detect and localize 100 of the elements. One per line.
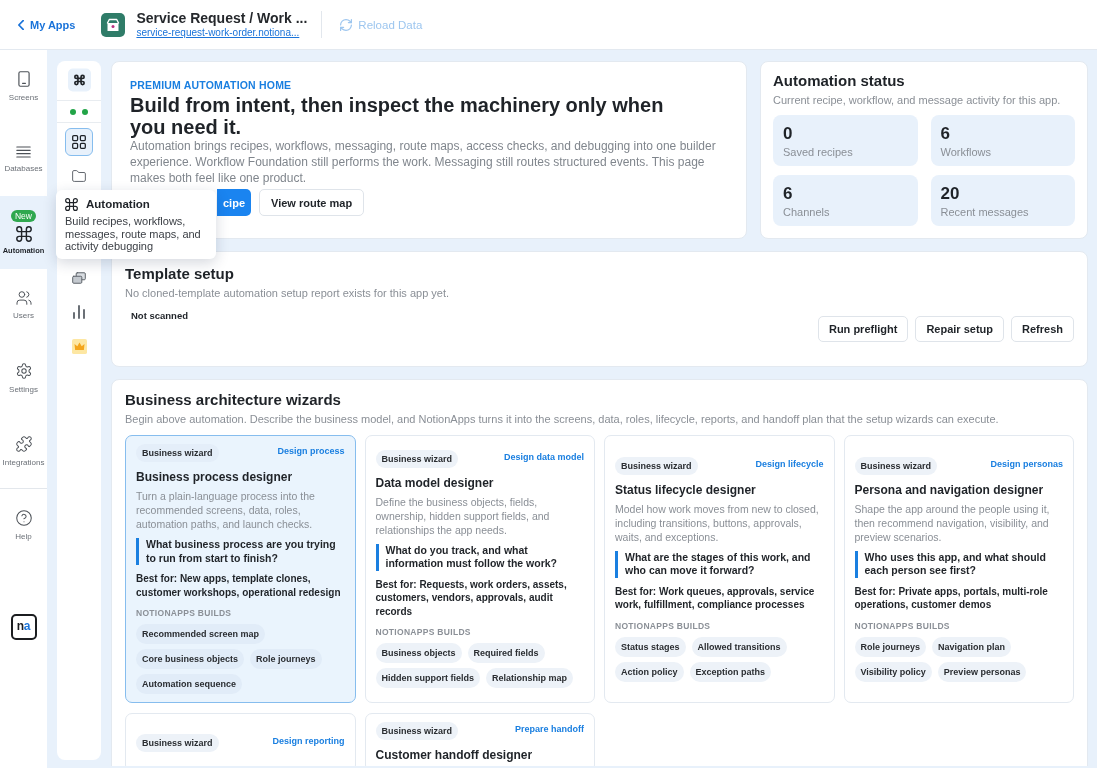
- sidebar-item[interactable]: Integrations: [0, 415, 47, 488]
- wizard-description: Define the business objects, fields, ownership, hidden support fields, and relationships the app needs.: [375, 494, 551, 537]
- wizard-best-for: Best for: New apps, template clones, customer workshops, operational redesign: [136, 572, 342, 599]
- stat-value: 0: [783, 124, 794, 144]
- new-badge: New: [11, 210, 36, 222]
- scan-status: Not scanned: [130, 309, 188, 322]
- build-tag: Business objects: [375, 643, 462, 664]
- app-title: Service Request / Work ...: [136, 10, 308, 27]
- wizards-title: Business architecture wizards: [125, 391, 342, 409]
- phone-icon: [17, 71, 30, 87]
- wizard-question: Who uses this app, and what should each person see first?: [854, 550, 1063, 578]
- build-tag: Automation sequence: [136, 674, 242, 694]
- stat-label: Recent messages: [940, 205, 1030, 219]
- command-icon: [67, 68, 91, 92]
- puzzle-icon: [15, 436, 32, 452]
- rail-button[interactable]: [65, 128, 93, 156]
- logo: na: [10, 614, 37, 640]
- wizard-title: Business process designer: [136, 470, 294, 485]
- wizard-card[interactable]: Business wizard Prepare handoff Customer handoff designer: [364, 713, 595, 766]
- wizard-action-link[interactable]: Design data model: [504, 449, 584, 464]
- action-button[interactable]: Refresh: [1011, 316, 1074, 342]
- stat-value: 20: [940, 184, 961, 204]
- build-tag: Navigation plan: [932, 636, 1012, 657]
- refresh-icon: [340, 18, 353, 31]
- back-link[interactable]: My Apps: [18, 18, 76, 31]
- build-tag: Relationship map: [486, 668, 574, 689]
- wizard-question: What business process are you trying to run from start to finish?: [136, 538, 345, 565]
- wizard-title: Customer handoff designer: [375, 748, 534, 763]
- wizard-card[interactable]: [125, 435, 356, 703]
- eyebrow-label: PREMIUM AUTOMATION HOME: [130, 78, 293, 92]
- stat-value: 6: [783, 184, 794, 204]
- users-icon: [15, 291, 32, 305]
- status-dots-icon: [70, 108, 88, 115]
- folder-icon: [72, 169, 86, 183]
- bar-chart-icon: [72, 305, 86, 319]
- build-tag: Role journeys: [854, 636, 926, 657]
- crown-icon: [71, 338, 87, 354]
- wizard-tag: Business wizard: [375, 449, 459, 468]
- sidebar-item[interactable]: Settings: [0, 342, 47, 415]
- stacked-cards-icon: [72, 271, 86, 285]
- wizard-question: What do you track, and what information must follow the work?: [375, 543, 584, 571]
- build-tag: Allowed transitions: [691, 636, 787, 657]
- wizard-best-for: Best for: Requests, work orders, assets, customers, vendors, approvals, audit records: [375, 577, 568, 619]
- command-icon: [65, 197, 78, 211]
- grid-icon: [72, 135, 86, 149]
- wizard-title: Data model designer: [375, 475, 495, 491]
- build-tag: Required fields: [467, 643, 545, 664]
- wizard-action-link[interactable]: Design personas: [990, 456, 1063, 471]
- stat-label: Workflows: [940, 145, 993, 159]
- wizard-title: Status lifecycle designer: [615, 482, 757, 498]
- hero-title: Build from intent, then inspect the machinery only when you need it.: [130, 94, 665, 138]
- app-url-link[interactable]: service-request-work-order.notiona...: [136, 27, 300, 39]
- sidebar-item[interactable]: Help: [0, 489, 47, 562]
- wizard-tag: Business wizard: [136, 444, 219, 462]
- tooltip-text: Build recipes, workflows, messages, route maps, and activity debugging: [65, 215, 202, 253]
- builds-label: NOTIONAPPS BUILDS: [615, 620, 712, 632]
- sidebar-item[interactable]: Screens: [0, 50, 47, 123]
- build-tag: Core business objects: [136, 649, 245, 669]
- builds-label: NOTIONAPPS BUILDS: [136, 608, 233, 619]
- build-tag: Hidden support fields: [375, 668, 480, 689]
- build-tag: Visibility policy: [854, 661, 932, 682]
- wizard-action-link[interactable]: Prepare handoff: [515, 722, 584, 736]
- wizards-subtitle: Begin above automation. Describe the business model, and NotionApps turns it into the screens, data, roles, lifecycle, reports, and handoff plan that the setup wizards can execute.: [125, 412, 1000, 426]
- sidebar-item[interactable]: Databases: [0, 123, 47, 196]
- stat-label: Saved recipes: [783, 145, 854, 159]
- status-title: Automation status: [773, 72, 906, 90]
- secondary-button[interactable]: View route map: [259, 189, 365, 216]
- wizard-description: Model how work moves from new to closed, including transitions, buttons, approvals, waits, and exceptions.: [615, 501, 820, 544]
- builds-label: NOTIONAPPS BUILDS: [854, 620, 951, 632]
- template-subtitle: No cloned-template automation setup report exists for this app yet.: [125, 286, 451, 300]
- sidebar-item[interactable]: Users: [0, 269, 47, 342]
- stat-label: Channels: [783, 205, 831, 219]
- tooltip-title: Automation: [86, 197, 150, 211]
- chevron-left-icon: [18, 19, 24, 30]
- wizard-description: Turn a plain-language process into the recommended screens, data, roles, automation paths, and launch checks.: [136, 489, 316, 531]
- command-icon: [15, 226, 32, 242]
- wizard-question: What are the stages of this work, and who can move it forward?: [615, 550, 824, 578]
- wizard-tag: Business wizard: [136, 733, 219, 752]
- builds-label: NOTIONAPPS BUILDS: [375, 627, 472, 639]
- action-button[interactable]: Run preflight: [817, 316, 909, 342]
- stat-value: 6: [940, 124, 951, 144]
- action-button[interactable]: Repair setup: [915, 316, 1005, 342]
- build-tag: Action policy: [615, 661, 684, 682]
- wizard-tag: Business wizard: [375, 722, 459, 740]
- wizard-action-link[interactable]: Design process: [277, 444, 345, 458]
- build-tag: Preview personas: [937, 661, 1027, 682]
- wizard-title: Persona and navigation designer: [854, 482, 1045, 498]
- build-tag: Recommended screen map: [136, 624, 266, 644]
- wizard-action-link[interactable]: Design reporting: [272, 733, 345, 748]
- settings-icon: [15, 363, 32, 379]
- help-icon: [15, 510, 32, 526]
- wizard-card[interactable]: Business wizard Design reporting: [125, 713, 356, 766]
- build-tag: Exception paths: [689, 661, 772, 682]
- build-tag: Status stages: [615, 636, 686, 657]
- wizard-action-link[interactable]: Design lifecycle: [755, 456, 824, 471]
- primary-button[interactable]: cipe: [217, 189, 251, 216]
- box-icon: [101, 12, 126, 37]
- status-subtitle: Current recipe, workflow, and message activity for this app.: [773, 93, 1062, 107]
- wizard-best-for: Best for: Private apps, portals, multi-role operations, customer demos: [854, 584, 1049, 612]
- wizard-tag: Business wizard: [854, 456, 938, 475]
